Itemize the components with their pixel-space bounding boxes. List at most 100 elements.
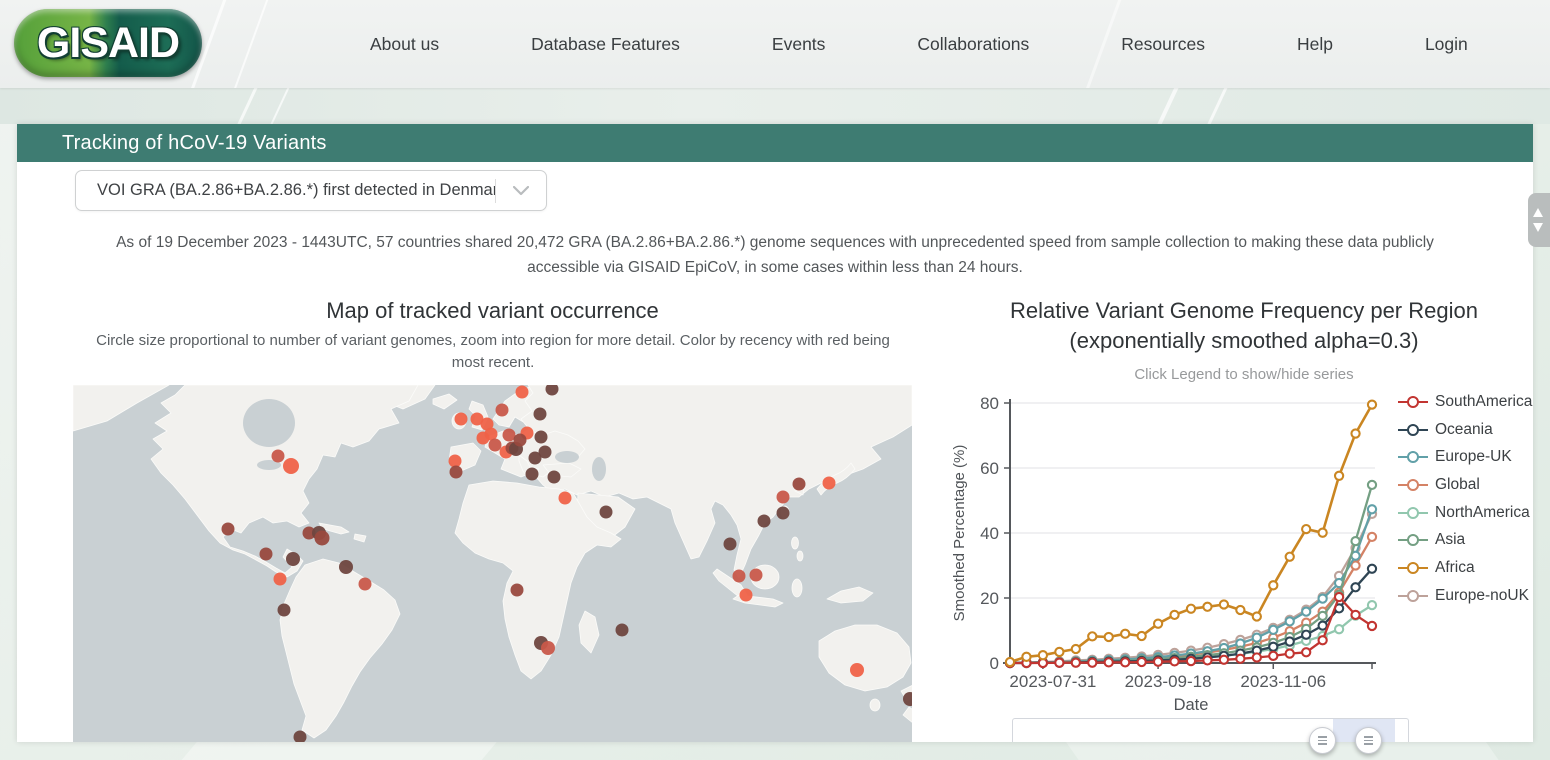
svg-text:2023-11-06: 2023-11-06 xyxy=(1240,672,1326,691)
legend-label: SouthAmerica xyxy=(1435,392,1533,410)
variant-occurrence-dot[interactable] xyxy=(558,491,572,505)
variant-occurrence-dot[interactable] xyxy=(776,506,790,520)
variant-occurrence-dot[interactable] xyxy=(822,476,836,490)
legend-label: Asia xyxy=(1435,531,1466,549)
variant-occurrence-dot[interactable] xyxy=(515,385,529,399)
main-nav: About us Database Features Events Collab… xyxy=(370,0,1468,88)
nav-item-about-us[interactable]: About us xyxy=(370,34,439,55)
datazoom-handle-left[interactable] xyxy=(1309,727,1336,754)
nav-item-collaborations[interactable]: Collaborations xyxy=(917,34,1029,55)
chevron-down-icon xyxy=(496,185,546,196)
variant-occurrence-dot[interactable] xyxy=(533,407,547,421)
gisaid-logo[interactable]: GISAID xyxy=(14,9,202,77)
variant-occurrence-dot[interactable] xyxy=(221,522,235,536)
svg-text:2023-07-31: 2023-07-31 xyxy=(1009,672,1096,691)
site-header: GISAID About us Database Features Events… xyxy=(0,0,1550,88)
page-title: Tracking of hCoV-19 Variants xyxy=(62,132,327,154)
variant-occurrence-dot[interactable] xyxy=(271,449,285,463)
legend-item-Asia[interactable]: Asia xyxy=(1398,526,1532,554)
variant-occurrence-dot[interactable] xyxy=(273,572,287,586)
variant-occurrence-dot[interactable] xyxy=(449,465,463,479)
legend-item-NorthAmerica[interactable]: NorthAmerica xyxy=(1398,499,1532,527)
variant-occurrence-dot[interactable] xyxy=(599,505,613,519)
variant-occurrence-dot[interactable] xyxy=(547,470,561,484)
variant-occurrence-dot[interactable] xyxy=(259,547,273,561)
variant-occurrence-dot[interactable] xyxy=(277,603,291,617)
datazoom-slider[interactable] xyxy=(1012,718,1409,742)
side-panel-toggle[interactable] xyxy=(1528,193,1550,247)
gisaid-logo-text: GISAID xyxy=(36,18,180,67)
variant-occurrence-dot[interactable] xyxy=(792,477,806,491)
variant-occurrence-dot[interactable] xyxy=(513,433,527,447)
datazoom-handle-right[interactable] xyxy=(1355,727,1382,754)
grip-icon xyxy=(1364,736,1373,745)
page-title-banner: Tracking of hCoV-19 Variants xyxy=(17,124,1533,162)
variant-occurrence-dot[interactable] xyxy=(283,458,299,474)
legend-label: Global xyxy=(1435,475,1480,493)
legend-marker-icon xyxy=(1398,561,1428,574)
variant-occurrence-dot[interactable] xyxy=(757,514,771,528)
legend-item-Europe-UK[interactable]: Europe-UK xyxy=(1398,443,1532,471)
legend-marker-icon xyxy=(1398,451,1428,464)
arrow-down-icon xyxy=(1533,223,1543,232)
variant-select-value: VOI GRA (BA.2.86+BA.2.86.*) first detect… xyxy=(97,181,495,199)
variant-occurrence-dot[interactable] xyxy=(739,588,753,602)
variant-occurrence-dot[interactable] xyxy=(538,445,552,459)
variant-occurrence-dot[interactable] xyxy=(476,431,490,445)
chart-title: Relative Variant Genome Frequency per Re… xyxy=(955,296,1533,356)
legend-label: Europe-UK xyxy=(1435,448,1512,466)
nav-item-database-features[interactable]: Database Features xyxy=(531,34,680,55)
map-subtitle: Circle size proportional to number of va… xyxy=(96,332,890,371)
legend-label: Oceania xyxy=(1435,420,1493,438)
legend-label: NorthAmerica xyxy=(1435,503,1530,521)
legend-item-Oceania[interactable]: Oceania xyxy=(1398,416,1532,444)
content-card: Tracking of hCoV-19 Variants VOI GRA (BA… xyxy=(17,124,1533,754)
variant-occurrence-dot[interactable] xyxy=(454,412,468,426)
variant-occurrence-dot[interactable] xyxy=(314,530,330,546)
variant-occurrence-dot[interactable] xyxy=(541,641,555,655)
legend-marker-icon xyxy=(1398,589,1428,602)
legend-marker-icon xyxy=(1398,395,1428,408)
variant-occurrence-dot[interactable] xyxy=(749,568,763,582)
legend-label: Europe-noUK xyxy=(1435,586,1529,604)
svg-text:80: 80 xyxy=(980,394,999,413)
hero-background-strip xyxy=(0,88,1550,124)
variant-occurrence-dot[interactable] xyxy=(510,583,524,597)
variant-occurrence-dot[interactable] xyxy=(339,560,353,574)
legend-item-Europe-noUK[interactable]: Europe-noUK xyxy=(1398,582,1532,610)
variant-occurrence-dot[interactable] xyxy=(495,403,509,417)
summary-text: As of 19 December 2023 - 1443UTC, 57 cou… xyxy=(116,234,1434,276)
variant-occurrence-dot[interactable] xyxy=(534,430,548,444)
svg-text:2023-09-18: 2023-09-18 xyxy=(1125,672,1212,691)
variant-select[interactable]: VOI GRA (BA.2.86+BA.2.86.*) first detect… xyxy=(75,170,547,211)
variant-occurrence-dot[interactable] xyxy=(488,438,502,452)
chart-title-line2: (exponentially smoothed alpha=0.3) xyxy=(1069,328,1419,353)
nav-item-login[interactable]: Login xyxy=(1425,34,1468,55)
nav-item-help[interactable]: Help xyxy=(1297,34,1333,55)
legend-item-Africa[interactable]: Africa xyxy=(1398,554,1532,582)
frequency-line-chart[interactable]: 0 20 40 60 80 2023-07-31 2023-09-18 2023-11-06 S… xyxy=(948,386,1395,718)
variant-occurrence-dot[interactable] xyxy=(615,623,629,637)
variant-occurrence-dot[interactable] xyxy=(293,730,307,743)
variant-occurrence-dot[interactable] xyxy=(525,467,539,481)
chart-title-line1: Relative Variant Genome Frequency per Re… xyxy=(1010,298,1478,323)
legend-marker-icon xyxy=(1398,423,1428,436)
variant-occurrence-dot[interactable] xyxy=(286,552,300,566)
variant-occurrence-dot[interactable] xyxy=(850,663,864,677)
world-map-svg xyxy=(73,385,912,742)
variant-occurrence-dot[interactable] xyxy=(723,537,737,551)
nav-item-events[interactable]: Events xyxy=(772,34,826,55)
variant-occurrence-dot[interactable] xyxy=(732,569,746,583)
arrow-up-icon xyxy=(1533,208,1543,217)
nav-item-resources[interactable]: Resources xyxy=(1121,34,1205,55)
legend-label: Africa xyxy=(1435,558,1475,576)
variant-occurrence-dot[interactable] xyxy=(358,577,372,591)
legend-item-Global[interactable]: Global xyxy=(1398,471,1532,499)
svg-text:Date: Date xyxy=(1174,696,1209,714)
variant-occurrence-dot[interactable] xyxy=(776,490,790,504)
chart-legend: SouthAmerica Oceania Europe-UK Global NorthA… xyxy=(1398,388,1532,610)
variant-occurrence-dot[interactable] xyxy=(448,454,462,468)
world-map[interactable] xyxy=(73,385,912,742)
map-title: Map of tracked variant occurrence xyxy=(326,298,659,323)
legend-item-SouthAmerica[interactable]: SouthAmerica xyxy=(1398,388,1532,416)
